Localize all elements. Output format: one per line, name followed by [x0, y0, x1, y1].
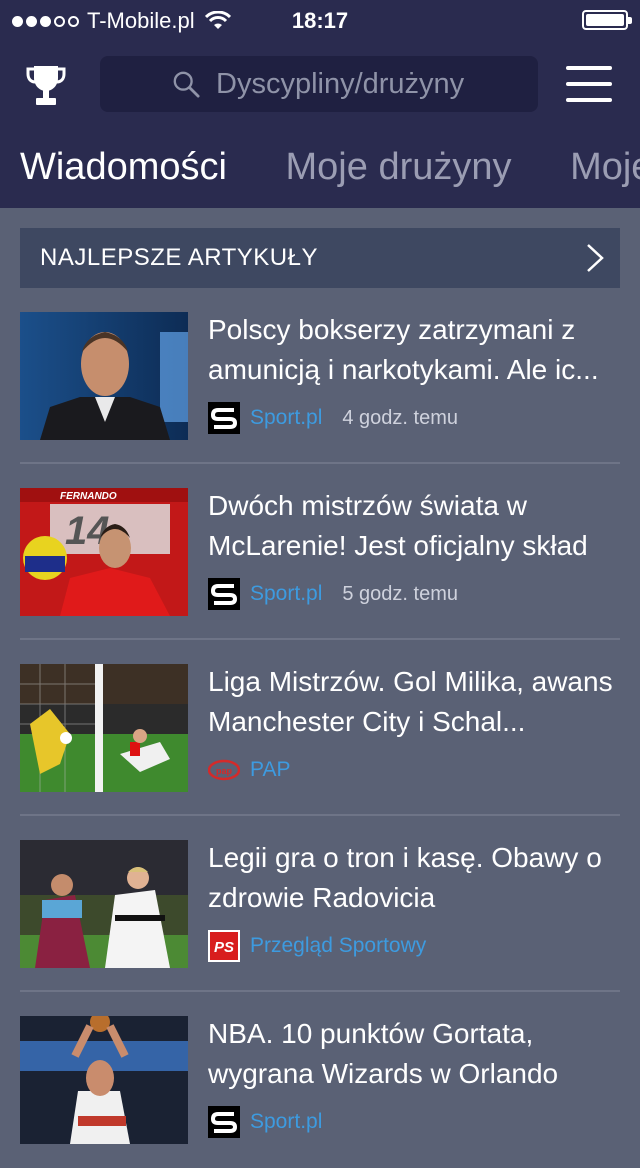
- sport-pl-logo-icon: [208, 402, 240, 434]
- section-title: NAJLEPSZE ARTYKUŁY: [40, 244, 318, 271]
- fernando-text: FERNANDO: [60, 491, 117, 502]
- article-item[interactable]: Liga Mistrzów. Gol Milika, awans Manches…: [20, 640, 620, 816]
- article-list: Polscy bokserzy zatrzymani z amunicją i …: [20, 288, 620, 1168]
- article-item[interactable]: NBA. 10 punktów Gortata, wygrana Wizards…: [20, 992, 620, 1168]
- svg-text:PS: PS: [214, 939, 234, 956]
- sport-pl-logo-icon: [208, 1106, 240, 1138]
- article-thumbnail: [20, 664, 188, 792]
- search-box[interactable]: [100, 56, 538, 112]
- status-bar: T-Mobile.pl 18:17: [0, 0, 640, 40]
- header: [0, 56, 640, 112]
- article-source[interactable]: Sport.pl: [250, 582, 322, 606]
- article-thumbnail: [20, 312, 188, 440]
- search-input[interactable]: [214, 66, 538, 102]
- trophy-icon[interactable]: [26, 64, 66, 108]
- article-time: 4 godz. temu: [342, 406, 458, 429]
- sport-pl-logo-icon: [208, 578, 240, 610]
- chevron-right-icon: [587, 244, 604, 272]
- tab-wiadomosci[interactable]: Wiadomości: [20, 146, 227, 189]
- article-headline[interactable]: Legii gra o tron i kasę. Obawy o zdrowie…: [208, 838, 620, 918]
- top-articles-header[interactable]: NAJLEPSZE ARTYKUŁY: [20, 228, 620, 288]
- article-thumbnail: [20, 840, 188, 968]
- article-item[interactable]: FERNANDO 14 Dwóch mistrzów świata w McLa…: [20, 464, 620, 640]
- battery-icon: [582, 10, 632, 30]
- hamburger-menu-icon[interactable]: [566, 66, 612, 102]
- article-headline[interactable]: Liga Mistrzów. Gol Milika, awans Manches…: [208, 662, 620, 742]
- top-bar: T-Mobile.pl 18:17 Dyscypliny/drużyny Wia…: [0, 0, 640, 208]
- article-time: 5 godz. temu: [342, 582, 458, 605]
- tab-moje-druzyny[interactable]: Moje drużyny: [286, 146, 512, 189]
- tab-moje[interactable]: Moje: [570, 146, 640, 189]
- ps-logo-icon: PS: [208, 930, 240, 962]
- article-source[interactable]: Sport.pl: [250, 1110, 322, 1134]
- article-thumbnail: [20, 1016, 188, 1144]
- search-icon: [173, 71, 200, 98]
- article-thumbnail: FERNANDO 14: [20, 488, 188, 616]
- article-headline[interactable]: NBA. 10 punktów Gortata, wygrana Wizards…: [208, 1014, 620, 1094]
- article-source[interactable]: PAP: [250, 758, 290, 782]
- article-item[interactable]: Legii gra o tron i kasę. Obawy o zdrowie…: [20, 816, 620, 992]
- article-headline[interactable]: Polscy bokserzy zatrzymani z amunicją i …: [208, 310, 620, 390]
- article-source[interactable]: Sport.pl: [250, 406, 322, 430]
- article-item[interactable]: Polscy bokserzy zatrzymani z amunicją i …: [20, 288, 620, 464]
- svg-text:pap: pap: [216, 766, 233, 776]
- article-source[interactable]: Przegląd Sportowy: [250, 934, 426, 958]
- clock: 18:17: [291, 8, 349, 33]
- pap-logo-icon: pap: [208, 754, 240, 786]
- article-headline[interactable]: Dwóch mistrzów świata w McLarenie! Jest …: [208, 486, 620, 566]
- tab-bar: Wiadomości Moje drużyny Moje: [20, 146, 640, 196]
